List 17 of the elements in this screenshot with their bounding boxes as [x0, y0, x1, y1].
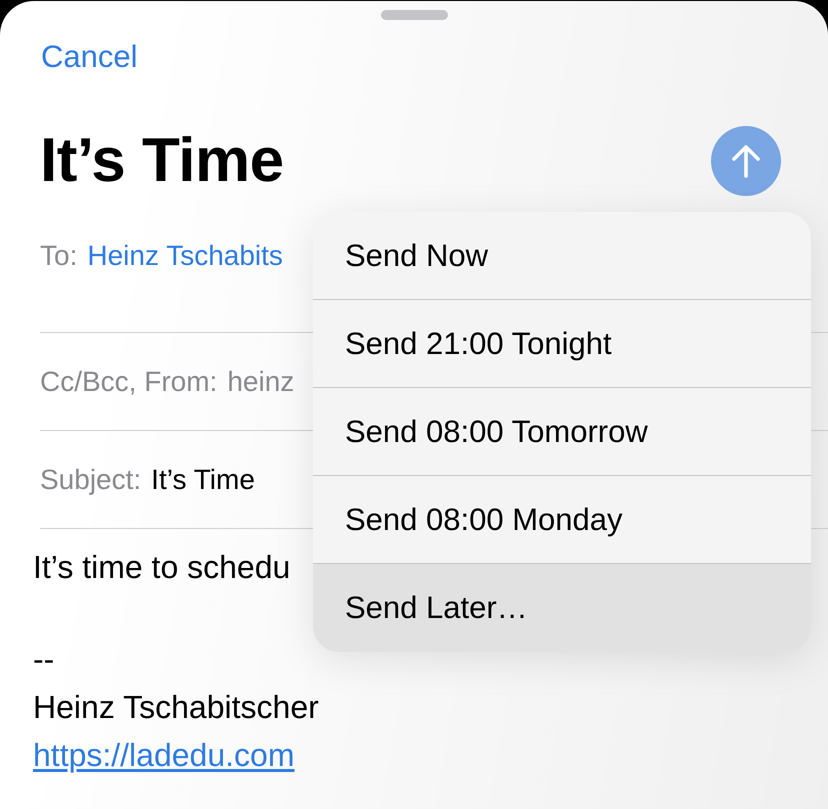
field-label: Subject: — [40, 462, 142, 496]
menu-item[interactable]: Send 08:00 Tomorrow — [313, 388, 811, 476]
subject-field[interactable]: It’s Time — [151, 462, 255, 496]
email-title: It’s Time — [40, 125, 284, 197]
message-text: It’s time to schedu — [33, 548, 290, 587]
cancel-button[interactable]: Cancel — [41, 38, 138, 76]
sheet-grabber[interactable] — [380, 10, 448, 20]
field-label: To: — [40, 239, 78, 273]
website-link[interactable]: https://ladedu.com — [33, 731, 294, 779]
arrow-up-icon — [731, 144, 761, 178]
field-label: Cc/Bcc, From: — [40, 364, 218, 398]
menu-item[interactable]: Send 21:00 Tonight — [313, 300, 811, 388]
menu-item[interactable]: Send Now — [313, 212, 811, 300]
message-text: -- — [33, 640, 54, 679]
menu-item[interactable]: Send Later… — [313, 564, 811, 652]
message-text: Heinz Tschabitscher — [33, 688, 319, 727]
recipient-field[interactable]: Heinz Tschabits — [87, 239, 283, 273]
